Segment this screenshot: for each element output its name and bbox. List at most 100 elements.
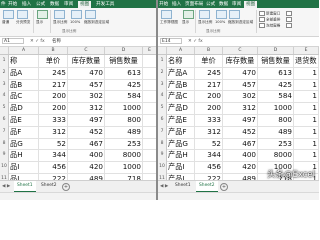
cell[interactable]: 312: [39, 125, 68, 138]
column-header[interactable]: C: [68, 47, 105, 54]
row-number[interactable]: 5: [158, 102, 167, 114]
formula-input[interactable]: 名称: [52, 38, 61, 45]
cell[interactable]: 312: [223, 102, 258, 114]
cell[interactable]: 品C: [9, 90, 39, 103]
header-cell[interactable]: 单价: [195, 55, 223, 67]
header-cell[interactable]: 销售数量: [258, 55, 294, 67]
column-header[interactable]: B: [39, 47, 68, 54]
cell[interactable]: 470: [223, 66, 258, 79]
sheet-nav-arrows[interactable]: ◀ ▶: [2, 184, 10, 189]
cell[interactable]: 344: [195, 149, 223, 162]
cell[interactable]: 457: [68, 78, 105, 91]
cell[interactable]: 品D: [9, 102, 39, 114]
cell[interactable]: 产品C: [167, 90, 195, 103]
row-number[interactable]: 4: [158, 90, 167, 103]
cell[interactable]: 1000: [258, 102, 294, 114]
cell[interactable]: 产品B: [167, 78, 195, 91]
header-cell[interactable]: 退货数: [294, 55, 319, 67]
header-cell[interactable]: 销售数量: [105, 55, 143, 67]
cell[interactable]: 312: [68, 102, 105, 114]
column-header[interactable]: B: [195, 47, 223, 54]
cell[interactable]: 品I: [9, 161, 39, 173]
cell[interactable]: 200: [39, 90, 68, 103]
cell[interactable]: 333: [195, 114, 223, 126]
cell[interactable]: 400: [68, 149, 105, 162]
row-number[interactable]: 3: [0, 78, 9, 91]
cell[interactable]: 217: [195, 78, 223, 91]
select-all-corner[interactable]: [0, 47, 9, 54]
cell[interactable]: 245: [39, 66, 68, 79]
row-number[interactable]: 2: [0, 66, 9, 79]
cell[interactable]: 产品A: [167, 66, 195, 79]
cell[interactable]: 470: [68, 66, 105, 79]
cell[interactable]: 456: [39, 161, 68, 173]
cell[interactable]: 467: [68, 137, 105, 150]
sheet-nav-arrows[interactable]: ◀ ▶: [160, 184, 168, 189]
fx-icon[interactable]: ✕ ✓ fx: [188, 38, 203, 45]
row-number[interactable]: 1: [0, 55, 9, 67]
cell[interactable]: 1000: [105, 102, 143, 114]
column-header[interactable]: A: [9, 47, 39, 54]
tab-review[interactable]: 审阅: [232, 1, 241, 8]
cell[interactable]: 产品F: [167, 125, 195, 138]
cell[interactable]: 品E: [9, 114, 39, 126]
column-header[interactable]: E: [143, 47, 156, 54]
cell[interactable]: 613: [105, 66, 143, 79]
cell[interactable]: 品H: [9, 149, 39, 162]
tab-data[interactable]: 数据: [50, 1, 59, 8]
tab-formulas[interactable]: 公式: [36, 1, 45, 8]
header-cell[interactable]: 库存数量: [223, 55, 258, 67]
cell[interactable]: 467: [223, 137, 258, 150]
row-number[interactable]: 1: [158, 55, 167, 67]
select-all-corner[interactable]: [158, 47, 167, 54]
cell[interactable]: 产品G: [167, 137, 195, 150]
tab-page-layout[interactable]: 页面布局: [185, 1, 203, 8]
cell[interactable]: 1: [294, 102, 319, 114]
add-sheet-icon[interactable]: +: [62, 183, 70, 191]
row-number[interactable]: 7: [158, 125, 167, 138]
cell[interactable]: 217: [39, 78, 68, 91]
cell[interactable]: 1: [294, 114, 319, 126]
cell[interactable]: 52: [39, 137, 68, 150]
cell[interactable]: 452: [223, 125, 258, 138]
cell[interactable]: 613: [258, 66, 294, 79]
cell[interactable]: 52: [195, 137, 223, 150]
cell[interactable]: 品F: [9, 125, 39, 138]
hide-button[interactable]: [286, 17, 293, 22]
fx-icon[interactable]: ✕ ✓ fx: [30, 38, 45, 45]
row-number[interactable]: 7: [0, 125, 9, 138]
cell[interactable]: 489: [105, 125, 143, 138]
cell[interactable]: 420: [68, 161, 105, 173]
tab-home[interactable]: 开始: [159, 1, 168, 8]
row-number[interactable]: 6: [158, 114, 167, 126]
cell[interactable]: 1: [294, 66, 319, 79]
row-number[interactable]: 8: [158, 137, 167, 150]
cell[interactable]: 产品E: [167, 114, 195, 126]
cell[interactable]: 425: [258, 78, 294, 91]
cell[interactable]: 584: [105, 90, 143, 103]
sheet-tab-sheet1[interactable]: Sheet1: [172, 181, 194, 191]
cell[interactable]: 200: [195, 90, 223, 103]
unhide-button[interactable]: [286, 23, 293, 28]
cell[interactable]: 800: [258, 114, 294, 126]
column-header[interactable]: D: [258, 47, 294, 54]
cell[interactable]: 253: [105, 137, 143, 150]
cell[interactable]: 800: [105, 114, 143, 126]
cell[interactable]: 品B: [9, 78, 39, 91]
cell[interactable]: 1: [294, 90, 319, 103]
column-header[interactable]: A: [167, 47, 195, 54]
cell[interactable]: 产品I: [167, 161, 195, 173]
cell[interactable]: 1: [294, 125, 319, 138]
row-number[interactable]: 10: [158, 161, 167, 173]
cell[interactable]: 200: [195, 102, 223, 114]
split-button[interactable]: [286, 11, 293, 16]
cell[interactable]: 1: [294, 78, 319, 91]
tab-formulas[interactable]: 公式: [206, 1, 215, 8]
cell[interactable]: 302: [223, 90, 258, 103]
header-cell[interactable]: 单价: [39, 55, 68, 67]
cell[interactable]: 1: [294, 137, 319, 150]
cell[interactable]: 245: [195, 66, 223, 79]
row-number[interactable]: 8: [0, 137, 9, 150]
tab-developer[interactable]: 开发工具: [96, 1, 114, 8]
cell[interactable]: 400: [223, 149, 258, 162]
